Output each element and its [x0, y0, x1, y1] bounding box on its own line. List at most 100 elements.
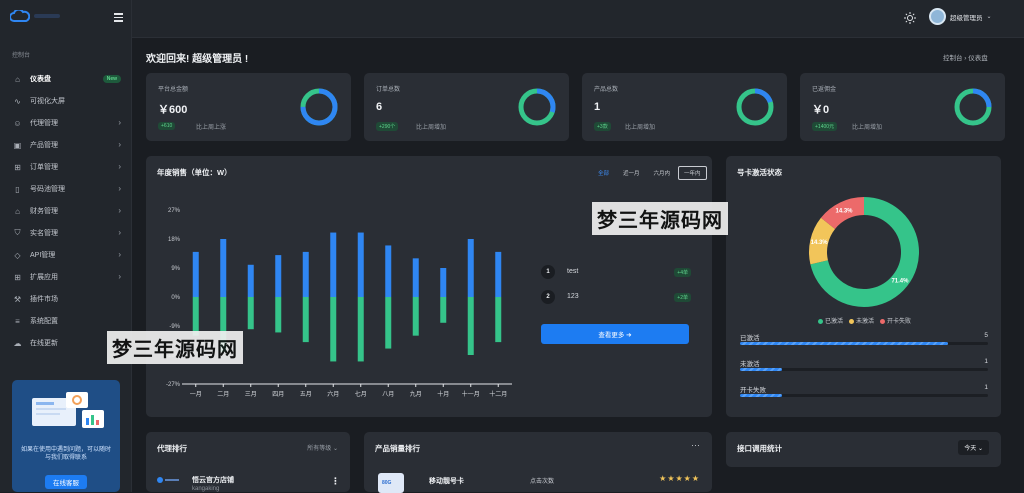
sidebar-item-label: 产品管理: [30, 142, 58, 149]
legend-item[interactable]: 未激活: [849, 316, 874, 325]
sidebar-item-label: 插件市场: [30, 296, 58, 303]
stat-card: 平台总金额 ￥600 +610 比上周上涨: [146, 73, 351, 141]
more-options-icon[interactable]: ⋮: [331, 476, 340, 487]
bar: [275, 255, 282, 297]
sidebar-item[interactable]: ⚒ 插件市场: [0, 288, 132, 310]
legend-item[interactable]: 开卡失败: [880, 316, 911, 325]
more-options-icon[interactable]: ···: [691, 440, 700, 450]
bar: [330, 297, 337, 362]
status-progress-track: [740, 394, 988, 397]
x-tick-label: 五月: [300, 391, 312, 398]
agent-ranking-title: 代理排行: [157, 444, 187, 453]
sidebar-item-label: 在线更新: [30, 340, 58, 347]
bar: [495, 297, 502, 343]
box-icon: ▣: [13, 140, 22, 150]
tab-range[interactable]: 一年内: [678, 166, 707, 180]
rank-tag: +4单: [674, 268, 691, 277]
sidebar-item-label: 实名管理: [30, 230, 58, 237]
cart-icon: ⊞: [14, 162, 21, 172]
stat-value: 6: [376, 101, 383, 113]
menu-toggle-button[interactable]: [114, 13, 123, 22]
activity-icon: ∿: [14, 96, 21, 106]
product-name: 移动靓号卡: [429, 478, 464, 485]
status-count: 1: [984, 384, 988, 391]
stat-ring-chart: [954, 88, 992, 126]
stat-compare: 比上周增加: [852, 125, 883, 131]
sidebar-item[interactable]: ⌂ 财务管理 ›: [0, 200, 132, 222]
sidebar-item[interactable]: ◇ API管理 ›: [0, 244, 132, 266]
sidebar-item[interactable]: ▯ 号码池管理 ›: [0, 178, 132, 200]
app-logo[interactable]: [10, 10, 60, 22]
tab-range[interactable]: 全部: [592, 166, 615, 180]
online-support-button[interactable]: 在线客服: [45, 475, 87, 489]
ranking-item[interactable]: 1 test +4单: [541, 264, 691, 282]
click-count-label: 点击次数: [530, 479, 555, 485]
sidebar-item[interactable]: ≡ 系统配置: [0, 310, 132, 332]
api-call-stats-card: 接口调用统计 今天 ⌄: [726, 432, 1001, 467]
users-icon: ☺: [13, 118, 22, 128]
sidebar-item[interactable]: ▣ 产品管理 ›: [0, 134, 132, 156]
shield-icon: ⛉: [14, 228, 21, 237]
rank-number: 2: [541, 290, 555, 304]
legend-dot-icon: [818, 318, 823, 324]
sidebar-item[interactable]: ⌂ 仪表盘 New: [0, 68, 132, 90]
sidebar-item[interactable]: ⊞ 订单管理 ›: [0, 156, 132, 178]
stat-card: 已返佣金 ￥0 +1400元 比上周增加: [800, 73, 1005, 141]
bar: [192, 251, 199, 297]
sidebar-item[interactable]: ⊞ 扩展应用 ›: [0, 266, 132, 288]
sales-range-tabs: 全部 近一月 六月内 一年内: [592, 166, 707, 180]
status-progress-fill: [740, 342, 949, 345]
bar: [220, 239, 227, 297]
stat-card: 产品总数 1 +3款 比上周增加: [582, 73, 787, 141]
stat-label: 平台总金额: [158, 87, 189, 93]
bar: [412, 297, 419, 336]
bar: [192, 297, 199, 336]
x-tick-label: 十一月: [462, 390, 480, 398]
tab-range[interactable]: 六月内: [648, 166, 677, 180]
bar: [330, 232, 337, 297]
stat-change-badge: +610: [158, 122, 176, 130]
cloud-icon: ☁: [13, 338, 22, 348]
stat-label: 产品总数: [594, 87, 619, 93]
stat-ring-chart: [518, 88, 556, 126]
sidebar-section-title: 控制台: [12, 53, 31, 59]
legend-label: 未激活: [856, 319, 875, 325]
top-agent-name: 悟云官方店铺: [192, 477, 234, 484]
status-count: 1: [984, 358, 988, 365]
stat-change-badge: +3款: [594, 122, 611, 131]
status-row: 已激活 5: [740, 332, 988, 345]
theme-toggle-sun-icon[interactable]: [904, 12, 916, 24]
sidebar-item-label: 号码池管理: [30, 186, 65, 193]
breadcrumb[interactable]: 控制台 › 仪表盘: [943, 52, 988, 62]
view-more-button[interactable]: 查看更多 ➔: [541, 324, 689, 344]
ranking-item[interactable]: 2 123 +2单: [541, 289, 691, 307]
sidebar-item-label: 财务管理: [30, 208, 58, 215]
status-progress-track: [740, 342, 988, 345]
support-promo-card: 如果在使用中遇到问题，可以随时与我们取得联系 在线客服: [12, 380, 120, 492]
sidebar-item[interactable]: ⛉ 实名管理 ›: [0, 222, 132, 244]
watermark: 梦三年源码网: [592, 202, 728, 235]
user-menu[interactable]: 超级管理员 ⌄: [929, 8, 992, 25]
stat-change-badge: +290个: [376, 122, 399, 131]
bar: [357, 297, 364, 362]
chevron-right-icon: ›: [118, 184, 121, 193]
tab-range[interactable]: 近一月: [617, 166, 646, 180]
bar: [247, 264, 254, 297]
chevron-right-icon: ›: [118, 140, 121, 149]
card-activation-status-card: 号卡激活状态 71.4% 14.3% 14.3% 已激活 未激活 开卡失败 已激活 5 未激…: [726, 156, 1001, 417]
status-row: 开卡失败 1: [740, 384, 988, 397]
range-select[interactable]: 今天 ⌄: [958, 440, 989, 455]
y-tick-label: 9%: [171, 266, 180, 272]
level-filter-dropdown[interactable]: 所有等级 ⌄: [307, 443, 338, 452]
home-icon: ⌂: [15, 74, 20, 84]
x-tick-label: 七月: [355, 390, 367, 398]
agent-ranking-card: 代理排行 所有等级 ⌄ 悟云官方店铺 kangaking ⋮: [146, 432, 350, 492]
stat-compare: 比上周上涨: [196, 125, 227, 131]
avatar: [929, 8, 946, 25]
sidebar-item[interactable]: ∿ 可视化大屏: [0, 90, 132, 112]
rank-name: test: [567, 268, 579, 275]
sidebar-item[interactable]: ☺ 代理管理 ›: [0, 112, 132, 134]
bar: [495, 251, 502, 297]
chevron-right-icon: ›: [118, 250, 121, 259]
legend-item[interactable]: 已激活: [818, 316, 843, 325]
